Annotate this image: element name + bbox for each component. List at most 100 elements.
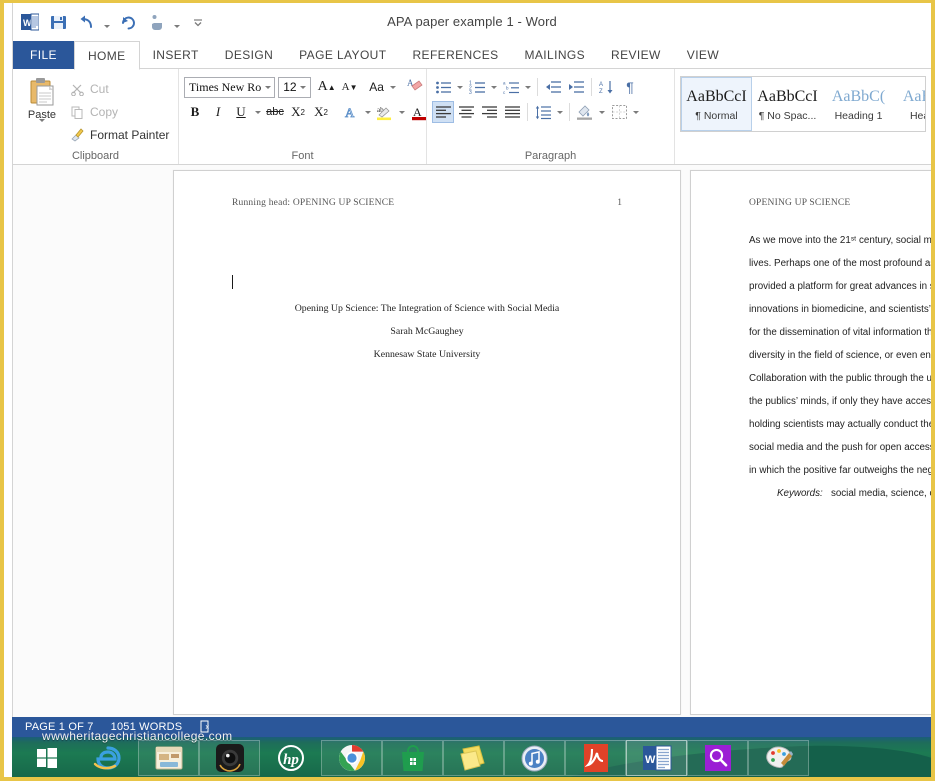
- numbering-dropdown-icon[interactable]: [488, 76, 499, 98]
- decrease-indent-icon: [545, 81, 561, 93]
- store-button[interactable]: [382, 740, 443, 776]
- paint-button[interactable]: [748, 740, 809, 776]
- shading-dropdown-icon[interactable]: [596, 101, 607, 123]
- internet-explorer-button[interactable]: [77, 740, 138, 776]
- font-size-dropdown-icon[interactable]: [297, 78, 310, 97]
- google-chrome-button[interactable]: [321, 740, 382, 776]
- tab-design[interactable]: DESIGN: [212, 41, 286, 69]
- cut-button[interactable]: Cut: [66, 79, 169, 99]
- save-icon[interactable]: [46, 10, 70, 34]
- tab-view[interactable]: VIEW: [674, 41, 732, 69]
- start-button[interactable]: [16, 740, 77, 776]
- touch-mode-dropdown-icon[interactable]: [172, 11, 182, 33]
- style-heading-2[interactable]: AaBbC( Heading: [894, 77, 925, 131]
- word-count[interactable]: 1051 WORDS: [111, 721, 183, 733]
- document-page-2[interactable]: OPENING UP SCIENCE A As we move into the…: [690, 170, 931, 715]
- highlight-dropdown-icon[interactable]: [396, 101, 407, 123]
- style-heading-1[interactable]: AaBbC( Heading 1: [823, 77, 894, 131]
- search-button[interactable]: [687, 740, 748, 776]
- undo-dropdown-icon[interactable]: [102, 11, 112, 33]
- sort-button[interactable]: A Z: [596, 76, 618, 98]
- sort-icon: A Z: [599, 80, 613, 95]
- style-no-spacing[interactable]: AaBbCcI ¶ No Spac...: [752, 77, 823, 131]
- paste-dropdown-icon[interactable]: [39, 119, 45, 140]
- tab-home[interactable]: HOME: [73, 41, 140, 70]
- page1-running-head: Running head: OPENING UP SCIENCE: [232, 198, 395, 208]
- ribbon-tab-strip[interactable]: FILE HOME INSERT DESIGN PAGE LAYOUT REFE…: [13, 41, 931, 70]
- bold-button[interactable]: B: [184, 101, 206, 123]
- subscript-button[interactable]: X2: [287, 101, 309, 123]
- quick-access-toolbar[interactable]: W: [13, 3, 210, 41]
- clear-formatting-button[interactable]: A: [404, 76, 426, 98]
- bullets-button[interactable]: [432, 76, 465, 98]
- file-explorer-button[interactable]: [138, 740, 199, 776]
- copy-button[interactable]: Copy: [66, 102, 169, 122]
- style-normal-sample: AaBbCcI: [686, 87, 747, 105]
- tab-insert[interactable]: INSERT: [140, 41, 212, 69]
- line-spacing-button[interactable]: [532, 101, 565, 123]
- line-spacing-icon: [532, 101, 554, 123]
- justify-button[interactable]: [501, 101, 523, 123]
- tab-page-layout[interactable]: PAGE LAYOUT: [286, 41, 399, 69]
- align-center-button[interactable]: [455, 101, 477, 123]
- page-indicator[interactable]: PAGE 1 OF 7: [25, 721, 94, 733]
- underline-label: U: [236, 104, 246, 119]
- show-formatting-marks-button[interactable]: ¶: [619, 76, 641, 98]
- shrink-font-button[interactable]: A ▼: [339, 76, 361, 98]
- status-bar[interactable]: PAGE 1 OF 7 1051 WORDS x: [12, 717, 931, 737]
- borders-button[interactable]: [608, 101, 641, 123]
- document-page-1[interactable]: Running head: OPENING UP SCIENCE 1 Openi…: [173, 170, 681, 715]
- font-name-dropdown-icon[interactable]: [261, 78, 274, 97]
- text-highlight-color-button[interactable]: ab: [374, 101, 407, 123]
- sticky-notes-button[interactable]: [443, 740, 504, 776]
- adobe-reader-button[interactable]: [565, 740, 626, 776]
- windows-taskbar[interactable]: hp W: [12, 739, 931, 777]
- increase-indent-button[interactable]: [565, 76, 587, 98]
- styles-gallery[interactable]: AaBbCcI ¶ Normal AaBbCcI ¶ No Spac... Aa…: [680, 76, 926, 132]
- tab-mailings[interactable]: MAILINGS: [512, 41, 599, 69]
- proofing-errors-icon[interactable]: x: [199, 720, 213, 734]
- hp-support-button[interactable]: hp: [260, 740, 321, 776]
- font-size-input[interactable]: 12: [278, 76, 311, 98]
- shading-button[interactable]: [574, 101, 607, 123]
- multilevel-list-dropdown-icon[interactable]: [522, 76, 533, 98]
- italic-button[interactable]: I: [207, 101, 229, 123]
- format-painter-button[interactable]: Format Painter: [66, 125, 169, 145]
- underline-button[interactable]: U: [230, 101, 263, 123]
- change-case-button[interactable]: Aa: [366, 76, 399, 98]
- itunes-button[interactable]: [504, 740, 565, 776]
- multilevel-list-icon: abc: [500, 76, 522, 98]
- decrease-indent-button[interactable]: [542, 76, 564, 98]
- borders-dropdown-icon[interactable]: [630, 101, 641, 123]
- document-canvas[interactable]: Running head: OPENING UP SCIENCE 1 Openi…: [13, 165, 931, 723]
- tab-file[interactable]: FILE: [13, 41, 74, 69]
- font-name-input[interactable]: Times New Ro: [184, 76, 276, 98]
- change-case-dropdown-icon[interactable]: [388, 76, 399, 98]
- text-effects-button[interactable]: A: [340, 101, 373, 123]
- camera-app-button[interactable]: [199, 740, 260, 776]
- grow-font-button[interactable]: A ▲: [316, 76, 338, 98]
- word-logo-icon: W: [18, 10, 42, 34]
- customize-qat-icon[interactable]: [186, 10, 210, 34]
- text-effects-dropdown-icon[interactable]: [362, 101, 373, 123]
- line-spacing-dropdown-icon[interactable]: [554, 101, 565, 123]
- clear-formatting-icon: A: [406, 77, 423, 97]
- numbering-button[interactable]: 123: [466, 76, 499, 98]
- tab-review[interactable]: REVIEW: [598, 41, 674, 69]
- align-left-button[interactable]: [432, 101, 454, 123]
- underline-dropdown-icon[interactable]: [252, 101, 263, 123]
- tab-references[interactable]: REFERENCES: [399, 41, 511, 69]
- store-bag-icon: [401, 744, 424, 771]
- paste-button[interactable]: Paste: [18, 73, 66, 148]
- bullets-dropdown-icon[interactable]: [454, 76, 465, 98]
- word-button[interactable]: W: [626, 740, 687, 776]
- ribbon-group-styles: AaBbCcI ¶ Normal AaBbCcI ¶ No Spac... Aa…: [674, 69, 931, 164]
- undo-icon[interactable]: [74, 10, 98, 34]
- strikethrough-button[interactable]: abc: [264, 101, 286, 123]
- touch-mode-icon[interactable]: [144, 10, 168, 34]
- style-normal[interactable]: AaBbCcI ¶ Normal: [681, 77, 752, 131]
- redo-icon[interactable]: [116, 10, 140, 34]
- align-right-button[interactable]: [478, 101, 500, 123]
- multilevel-list-button[interactable]: abc: [500, 76, 533, 98]
- superscript-button[interactable]: X2: [310, 101, 332, 123]
